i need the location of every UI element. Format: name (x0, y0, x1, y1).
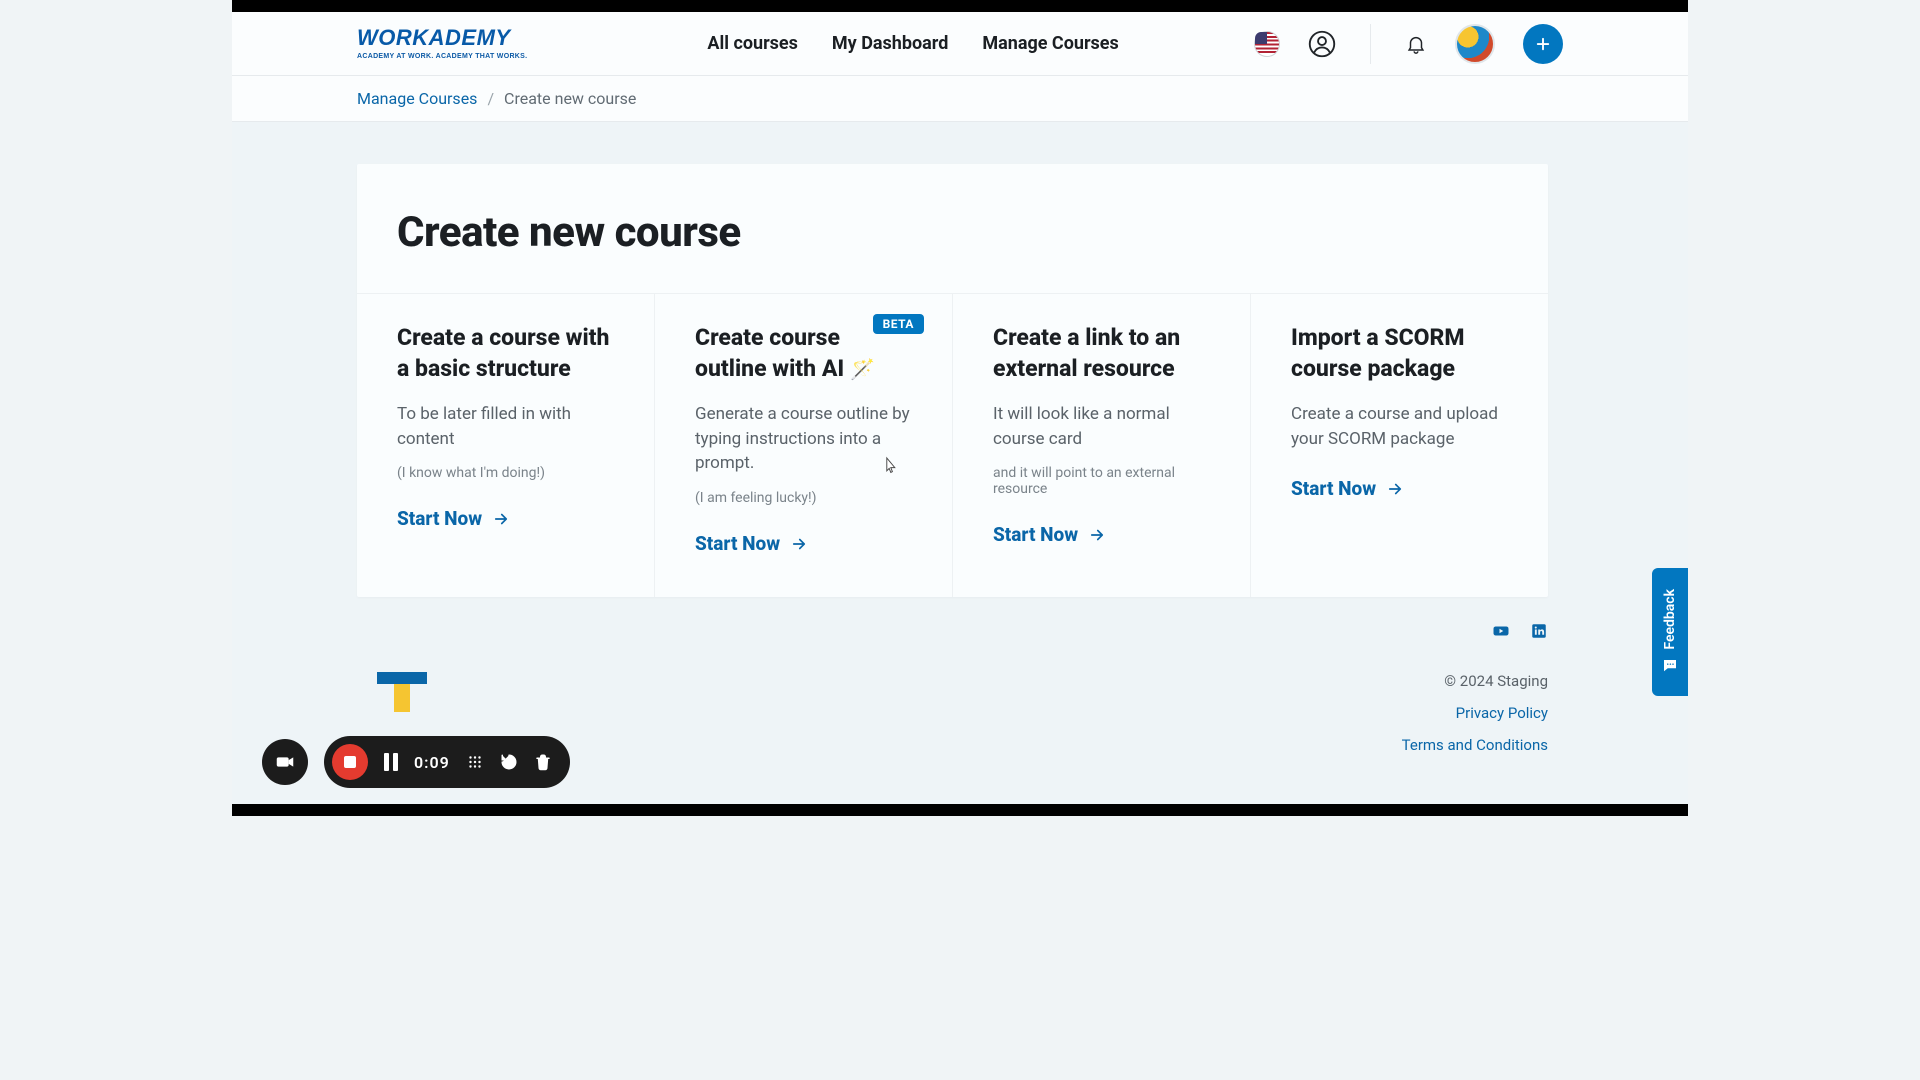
breadcrumb-separator: / (487, 89, 494, 108)
avatar[interactable] (1455, 24, 1495, 64)
option-scorm-import[interactable]: Import a SCORM course package Create a c… (1251, 294, 1548, 597)
logo-text: WORKADEMY (357, 27, 511, 49)
language-flag-icon[interactable] (1254, 31, 1280, 57)
camera-icon (274, 751, 296, 773)
beta-badge: BETA (873, 314, 924, 334)
footer-copyright: © 2024 Staging (1402, 672, 1548, 690)
option-external-link[interactable]: Create a link to an external resource It… (953, 294, 1251, 597)
logo-tagline: ACADEMY AT WORK. ACADEMY THAT WORKS. (357, 53, 527, 60)
breadcrumb: Manage Courses / Create new course (232, 76, 1688, 122)
option-title: Import a SCORM course package (1291, 322, 1508, 384)
notifications-icon[interactable] (1405, 33, 1427, 55)
trash-icon[interactable] (534, 753, 552, 771)
create-course-card: Create new course Create a course with a… (357, 164, 1548, 597)
nav-manage-courses[interactable]: Manage Courses (982, 33, 1118, 54)
option-ai-outline[interactable]: BETA Create course outline with AI 🪄 Gen… (655, 294, 953, 597)
feedback-tab[interactable]: Feedback (1652, 568, 1688, 696)
arrow-right-icon (790, 535, 808, 553)
screen-recorder: 0:09 (262, 736, 570, 788)
start-now-button[interactable]: Start Now (1291, 477, 1404, 500)
footer-logo-icon (377, 672, 427, 712)
chat-icon (1661, 657, 1679, 675)
start-now-button[interactable]: Start Now (397, 507, 510, 530)
recorder-bar: 0:09 (324, 736, 570, 788)
account-icon[interactable] (1308, 30, 1336, 58)
options-row: Create a course with a basic structure T… (357, 293, 1548, 597)
option-note: and it will point to an external resourc… (993, 465, 1210, 497)
pause-button[interactable] (384, 753, 398, 771)
option-note: (I am feeling lucky!) (695, 490, 912, 506)
option-desc: It will look like a normal course card (993, 402, 1210, 451)
feedback-label: Feedback (1662, 589, 1678, 650)
option-desc: Create a course and upload your SCORM pa… (1291, 402, 1508, 451)
stop-button[interactable] (332, 744, 368, 780)
breadcrumb-current: Create new course (504, 89, 636, 108)
nav-all-courses[interactable]: All courses (707, 33, 798, 54)
add-button[interactable] (1523, 24, 1563, 64)
start-label: Start Now (695, 532, 780, 555)
arrow-right-icon (1386, 480, 1404, 498)
page-title: Create new course (357, 164, 1548, 293)
camera-button[interactable] (262, 739, 308, 785)
option-desc: Generate a course outline by typing inst… (695, 402, 912, 476)
start-now-button[interactable]: Start Now (695, 532, 808, 555)
nav-my-dashboard[interactable]: My Dashboard (832, 33, 948, 54)
footer-terms-link[interactable]: Terms and Conditions (1402, 736, 1548, 754)
arrow-right-icon (492, 510, 510, 528)
recorder-time: 0:09 (414, 753, 450, 772)
logo[interactable]: WORKADEMY ACADEMY AT WORK. ACADEMY THAT … (357, 27, 527, 60)
start-label: Start Now (1291, 477, 1376, 500)
divider (1370, 24, 1371, 64)
wand-icon: 🪄 (850, 357, 875, 381)
option-title: Create a link to an external resource (993, 322, 1210, 384)
restart-icon[interactable] (500, 753, 518, 771)
plus-icon (1534, 35, 1552, 53)
breadcrumb-parent[interactable]: Manage Courses (357, 89, 477, 108)
start-now-button[interactable]: Start Now (993, 523, 1106, 546)
option-title: Create a course with a basic structure (397, 322, 614, 384)
start-label: Start Now (993, 523, 1078, 546)
header: WORKADEMY ACADEMY AT WORK. ACADEMY THAT … (232, 12, 1688, 76)
option-basic-structure[interactable]: Create a course with a basic structure T… (357, 294, 655, 597)
main-area: Create new course Create a course with a… (232, 122, 1688, 804)
footer-privacy-link[interactable]: Privacy Policy (1402, 704, 1548, 722)
main-nav: All courses My Dashboard Manage Courses (707, 33, 1118, 54)
option-note: (I know what I'm doing!) (397, 465, 614, 481)
grid-icon[interactable] (466, 753, 484, 771)
start-label: Start Now (397, 507, 482, 530)
header-actions (1254, 24, 1563, 64)
arrow-right-icon (1088, 526, 1106, 544)
option-desc: To be later filled in with content (397, 402, 614, 451)
